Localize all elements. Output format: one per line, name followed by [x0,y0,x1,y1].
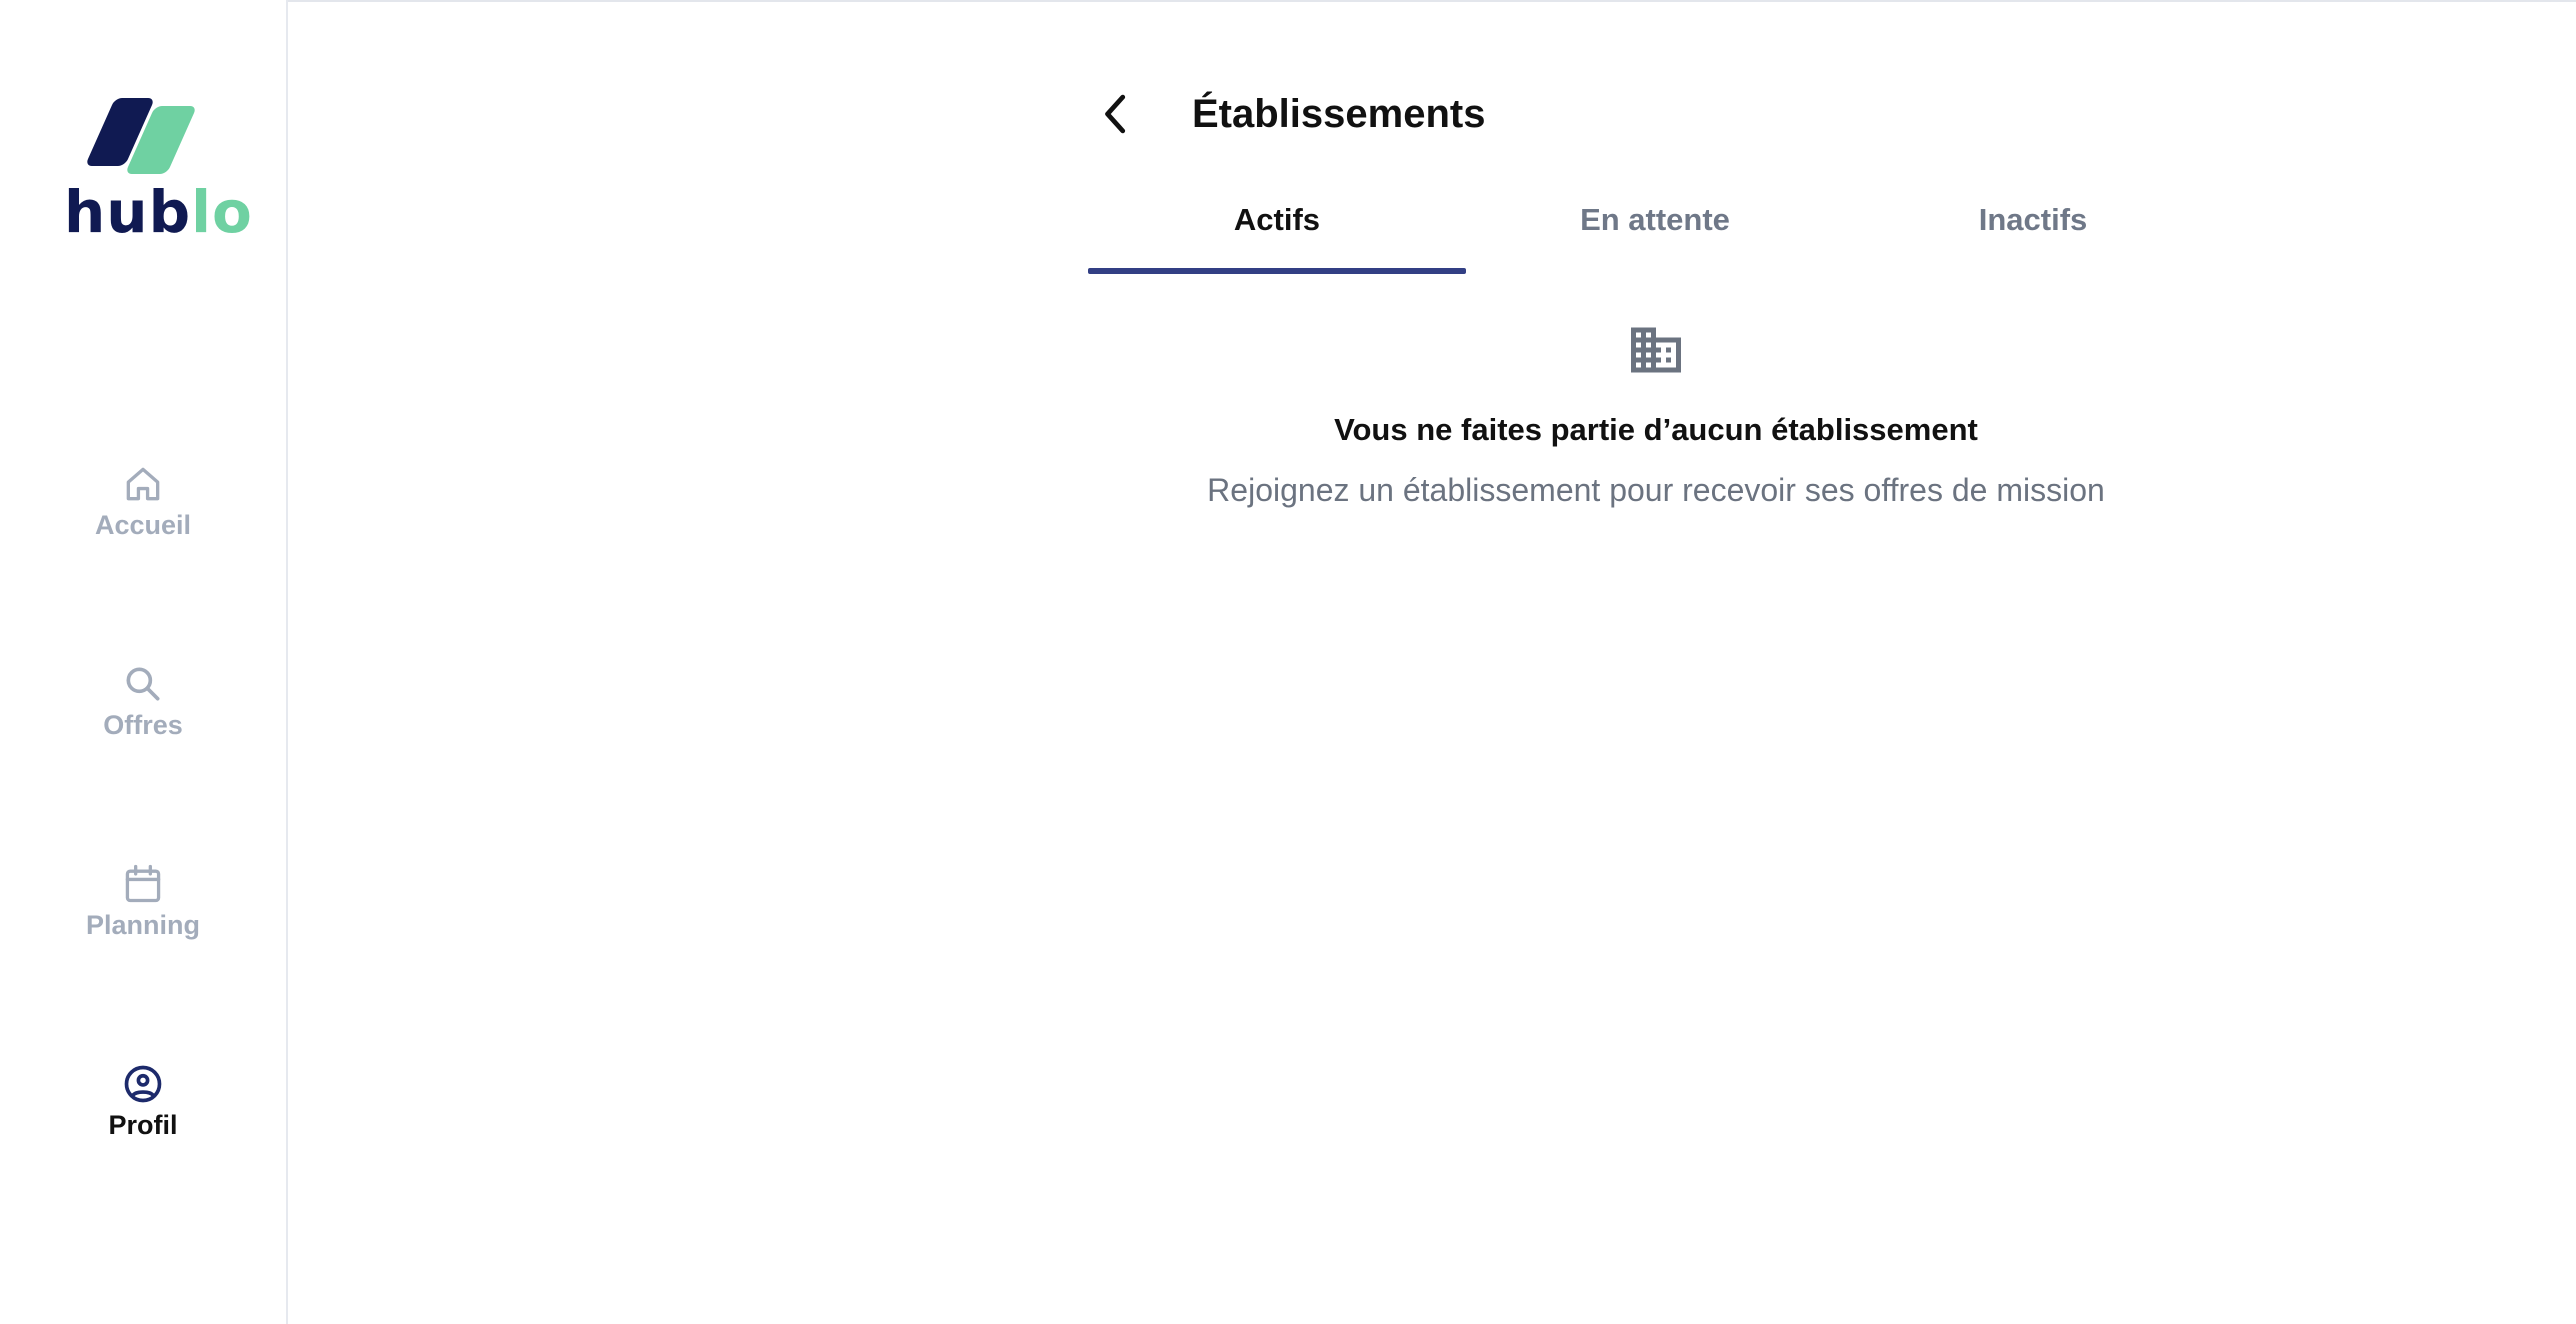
sidebar-item-profil[interactable]: Profil [0,1062,286,1141]
search-icon [126,667,160,701]
home-icon [126,467,160,501]
tab-actifs[interactable]: Actifs [1088,188,1466,274]
sidebar-item-label: Planning [86,910,200,940]
user-circle-icon [124,1065,162,1103]
sidebar: hublo Accueil Offres Planning Profil [0,0,288,1324]
building-icon [1631,327,1681,373]
page-header: Établissements [1088,78,1485,150]
hublo-logo[interactable]: hublo [64,96,252,246]
back-button[interactable] [1088,86,1144,142]
sidebar-item-label: Profil [108,1110,178,1140]
sidebar-item-label: Offres [103,710,183,740]
page-title: Établissements [1192,91,1486,136]
sidebar-item-label: Accueil [94,510,192,540]
tab-bar: Actifs En attente Inactifs [1088,188,2224,274]
tab-inactifs[interactable]: Inactifs [1844,188,2222,274]
empty-state-title: Vous ne faites partie d’aucun établissem… [1334,412,1978,447]
sidebar-item-accueil[interactable]: Accueil [0,462,286,541]
tab-en-attente[interactable]: En attente [1466,188,1844,274]
empty-state: Vous ne faites partie d’aucun établissem… [1088,320,2224,509]
logo-wordmark: hublo [64,178,253,246]
calendar-icon [125,864,161,903]
sidebar-item-offres[interactable]: Offres [0,662,286,741]
chevron-left-icon [1105,94,1126,134]
sidebar-item-planning[interactable]: Planning [0,862,286,941]
empty-state-subtitle: Rejoignez un établissement pour recevoir… [1207,472,2105,508]
